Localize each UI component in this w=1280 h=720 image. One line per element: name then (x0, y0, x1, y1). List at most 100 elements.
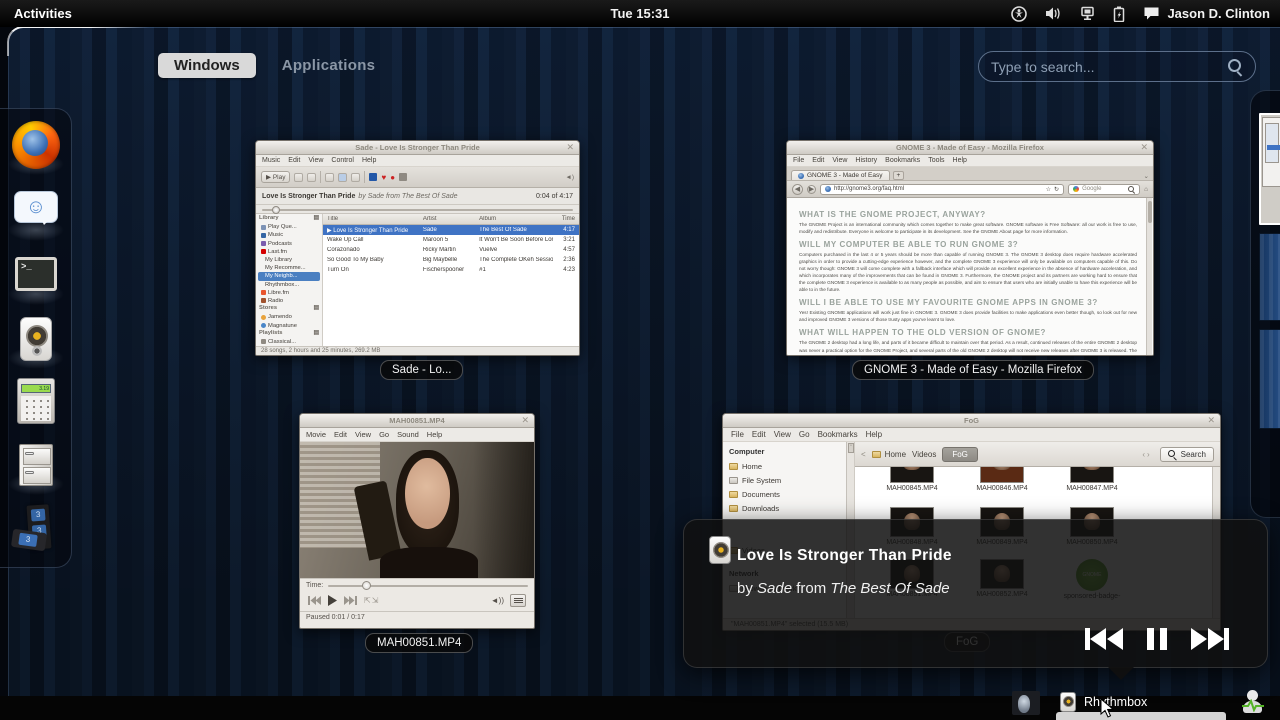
file-item[interactable]: MAH00846.MP4 (959, 467, 1045, 492)
activities-button[interactable]: Activities (0, 0, 86, 27)
column-artist[interactable]: Artist (423, 216, 479, 222)
rhythmbox-titlebar[interactable]: Sade - Love Is Stronger Than Pride ✕ (256, 141, 579, 155)
menu-tools[interactable]: Tools (928, 157, 944, 164)
download-icon[interactable] (399, 173, 407, 181)
scroll-up-icon[interactable]: ˆ (848, 443, 854, 453)
search-button[interactable]: Search (1160, 447, 1214, 462)
window-totem[interactable]: MAH00851.MP4 ✕ Movie Edit View Go Sound … (299, 413, 535, 629)
workspace-thumbnail-3[interactable] (1259, 329, 1280, 429)
dock-item-rhythmbox[interactable] (12, 315, 60, 363)
browse-button[interactable] (351, 173, 360, 182)
list-tabs-icon[interactable]: ⌄ (1144, 172, 1149, 180)
media-notification[interactable]: Love Is Stronger Than Pride by Sade from… (683, 519, 1268, 668)
table-header[interactable]: Title Artist Album Time (323, 214, 579, 225)
sidebar-item-my-neighbourhood[interactable]: My Neighb... (258, 272, 320, 280)
sidebar-item-podcasts[interactable]: Podcasts (256, 240, 322, 248)
sidebar-item-radio[interactable]: Radio (256, 297, 322, 305)
volume-icon[interactable] (1045, 6, 1062, 21)
sidebar-item-rhythmbox-group[interactable]: Rhythmbox... (256, 281, 322, 289)
play-button[interactable] (328, 595, 337, 606)
workspace-thumbnail-2[interactable] (1259, 233, 1280, 321)
menu-edit[interactable]: Edit (288, 157, 300, 164)
menu-help[interactable]: Help (866, 430, 882, 439)
menu-file[interactable]: File (793, 157, 804, 164)
column-time[interactable]: Time (553, 216, 579, 222)
close-icon[interactable]: ✕ (1207, 415, 1215, 426)
sidebar-item-magnatune[interactable]: Magnatune (256, 321, 322, 329)
search-engine-box[interactable]: Google (1068, 184, 1140, 195)
menu-edit[interactable]: Edit (752, 430, 766, 439)
menu-bookmarks[interactable]: Bookmarks (818, 430, 858, 439)
next-track-button[interactable] (1191, 627, 1229, 651)
track-row[interactable]: So Good To My Baby Big Maybelle The Comp… (323, 255, 579, 265)
shuffle-button[interactable] (325, 173, 334, 182)
sidebar-item-librefm[interactable]: Libre.fm (256, 289, 322, 297)
breadcrumb-home[interactable]: Home (872, 450, 906, 459)
menu-help[interactable]: Help (427, 430, 442, 439)
collapse-icon[interactable]: ▤ (314, 215, 319, 223)
playlist-toggle-button[interactable] (510, 594, 526, 607)
menu-go[interactable]: Go (379, 430, 389, 439)
menu-help[interactable]: Help (362, 157, 376, 164)
collapse-crumb-icon[interactable]: < (861, 450, 866, 459)
sidebar-item-downloads[interactable]: Downloads (729, 501, 854, 515)
column-album[interactable]: Album (479, 216, 553, 222)
sidebar-item-documents[interactable]: Documents (729, 487, 854, 501)
collapse-icon[interactable]: ▤ (314, 305, 319, 313)
sidebar-item-my-recommendations[interactable]: My Recomme... (256, 264, 322, 272)
progress-knob[interactable] (272, 206, 280, 214)
collapse-icon[interactable]: ▤ (314, 330, 319, 338)
menu-history[interactable]: History (855, 157, 877, 164)
volume-icon[interactable]: ◄) (565, 174, 574, 181)
record-icon[interactable]: ● (390, 173, 395, 182)
totem-titlebar[interactable]: MAH00851.MP4 ✕ (300, 414, 534, 428)
tray-user-status[interactable] (1242, 690, 1264, 716)
previous-chapter-button[interactable] (308, 596, 321, 605)
display-icon[interactable] (1080, 6, 1095, 21)
dock-item-empathy[interactable]: ☺ (12, 187, 60, 235)
volume-icon[interactable]: ◄)) (491, 596, 504, 605)
sidebar-item-music[interactable]: Music (256, 231, 322, 239)
track-row[interactable]: Turn On Fischerspooner #1 4:23 (323, 265, 579, 275)
sidebar-item-home[interactable]: Home (729, 459, 854, 473)
previous-button[interactable] (294, 173, 303, 182)
seek-slider[interactable] (328, 585, 528, 587)
menu-help[interactable]: Help (953, 157, 967, 164)
menu-movie[interactable]: Movie (306, 430, 326, 439)
new-tab-button[interactable]: + (893, 171, 905, 180)
dock-item-videos[interactable]: 3 3 3 (12, 505, 60, 553)
repeat-button[interactable] (338, 173, 347, 182)
sidebar-item-play-queue[interactable]: Play Que... (256, 223, 322, 231)
video-display[interactable] (300, 442, 534, 578)
track-row[interactable]: Corazonado Ricky Martin Vuelve 4:57 (323, 245, 579, 255)
menu-edit[interactable]: Edit (812, 157, 824, 164)
reload-icon[interactable]: ↻ (1054, 186, 1059, 193)
window-rhythmbox[interactable]: Sade - Love Is Stronger Than Pride ✕ Mus… (255, 140, 580, 356)
file-item[interactable]: MAH00847.MP4 (1049, 467, 1135, 492)
browser-tab[interactable]: GNOME 3 - Made of Easy (791, 170, 890, 180)
library-icon[interactable] (369, 173, 377, 181)
next-chapter-button[interactable] (344, 596, 357, 605)
dock-item-terminal[interactable]: >_ (12, 251, 60, 299)
user-menu[interactable]: Jason D. Clinton (1143, 6, 1270, 21)
tray-video-thumbnail[interactable] (1012, 691, 1040, 715)
window-firefox[interactable]: GNOME 3 - Made of Easy - Mozilla Firefox… (786, 140, 1154, 356)
sidebar-item-lastfm[interactable]: Last.fm (256, 248, 322, 256)
tab-applications[interactable]: Applications (282, 57, 376, 74)
pause-button[interactable] (1147, 627, 1167, 651)
scrollbar-thumb[interactable] (1148, 201, 1152, 223)
tab-windows[interactable]: Windows (158, 53, 256, 78)
dock-item-calculator[interactable]: 3.19 (12, 377, 60, 425)
sidebar-item-file-system[interactable]: File System (729, 473, 854, 487)
history-back-icon[interactable]: ‹› (1142, 450, 1151, 459)
next-button[interactable] (307, 173, 316, 182)
menu-bookmarks[interactable]: Bookmarks (885, 157, 920, 164)
menu-music[interactable]: Music (262, 157, 280, 164)
back-button[interactable]: ◀ (792, 184, 803, 195)
sidebar-item-classical[interactable]: Classical... (256, 338, 322, 346)
battery-icon[interactable] (1113, 6, 1125, 22)
file-item[interactable]: MAH00845.MP4 (869, 467, 955, 492)
menu-view[interactable]: View (355, 430, 371, 439)
fog-titlebar[interactable]: FoG ✕ (723, 414, 1220, 428)
scrollbar[interactable] (1146, 198, 1152, 356)
